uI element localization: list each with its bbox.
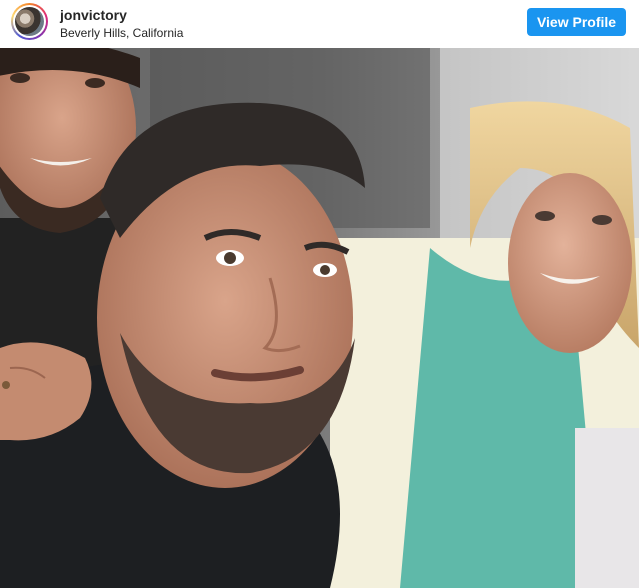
view-profile-button[interactable]: View Profile [527,8,626,36]
username[interactable]: jonvictory [60,7,183,24]
photo-illustration [0,48,639,588]
post-photo [0,48,639,588]
avatar[interactable] [11,3,48,40]
avatar-image [15,7,44,36]
user-info: jonvictory Beverly Hills, California [60,7,183,41]
avatar-photo [13,5,46,38]
instagram-post: jonvictory Beverly Hills, California Vie… [0,0,639,588]
woman-face [508,173,632,353]
post-header: jonvictory Beverly Hills, California Vie… [0,0,639,48]
location[interactable]: Beverly Hills, California [60,25,183,41]
